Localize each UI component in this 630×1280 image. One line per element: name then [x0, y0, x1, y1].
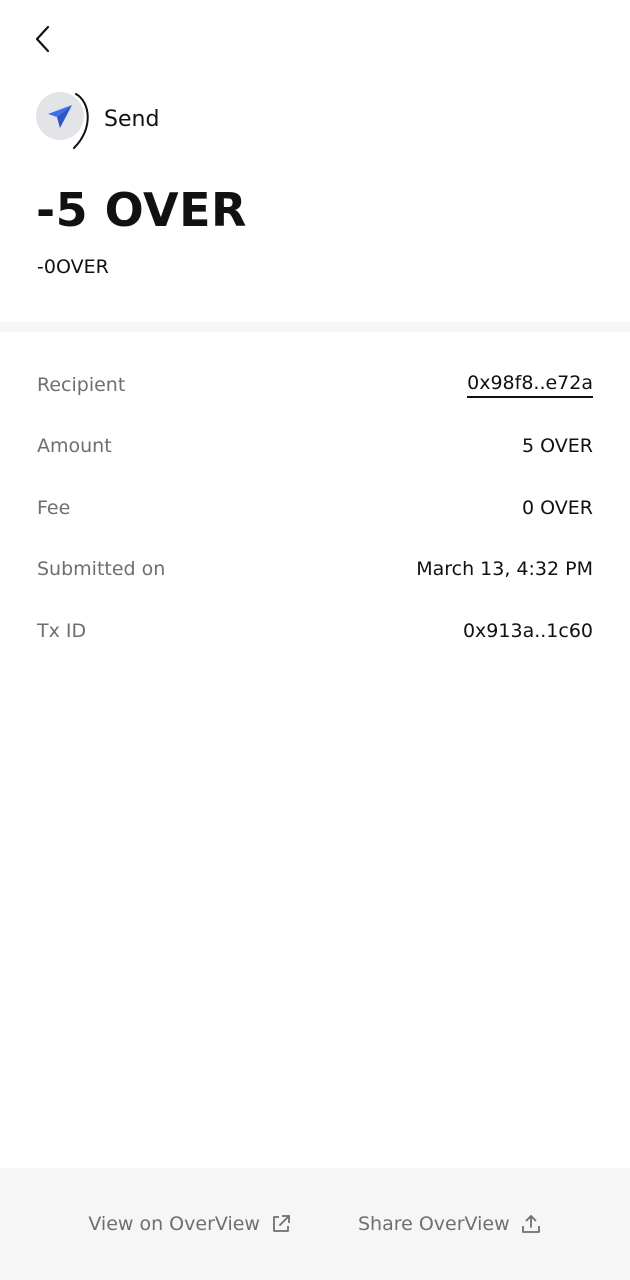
share-upload-icon [520, 1213, 542, 1235]
footer-actions: View on OverView Share OverView [0, 1168, 630, 1280]
detail-row-submitted: Submitted on March 13, 4:32 PM [37, 539, 593, 601]
paper-plane-icon [48, 105, 72, 128]
transaction-header: Send -5 OVER -0OVER [0, 0, 630, 322]
transaction-type-label: Send [104, 106, 160, 132]
external-link-icon [270, 1213, 292, 1235]
detail-row-recipient: Recipient 0x98f8..e72a [37, 354, 593, 416]
section-divider [0, 322, 630, 332]
share-overview-button[interactable]: Share OverView [358, 1213, 542, 1235]
detail-row-amount: Amount 5 OVER [37, 416, 593, 478]
detail-row-txid: Tx ID 0x913a..1c60 [37, 600, 593, 662]
recipient-address-link[interactable]: 0x98f8..e72a [467, 372, 593, 398]
detail-label: Amount [37, 435, 112, 458]
detail-label: Fee [37, 496, 71, 519]
transaction-details: Recipient 0x98f8..e72a Amount 5 OVER Fee… [37, 354, 593, 662]
chevron-left-icon [35, 25, 50, 53]
detail-row-fee: Fee 0 OVER [37, 477, 593, 539]
detail-value: 5 OVER [522, 435, 593, 458]
detail-value: March 13, 4:32 PM [416, 558, 593, 581]
transaction-fee-summary: -0OVER [37, 256, 109, 278]
detail-value: 0x913a..1c60 [462, 619, 593, 642]
transaction-type: Send [36, 90, 160, 149]
detail-label: Recipient [37, 373, 126, 396]
detail-label: Submitted on [37, 558, 166, 581]
view-on-overview-label: View on OverView [88, 1213, 260, 1235]
detail-value: 0 OVER [522, 496, 593, 519]
transaction-amount: -5 OVER [36, 183, 247, 237]
type-icon-wrap [36, 90, 100, 149]
view-on-overview-button[interactable]: View on OverView [88, 1213, 292, 1235]
back-button[interactable] [28, 22, 58, 56]
detail-label: Tx ID [37, 619, 87, 642]
arc-decoration-icon [73, 93, 89, 149]
share-overview-label: Share OverView [357, 1213, 510, 1235]
